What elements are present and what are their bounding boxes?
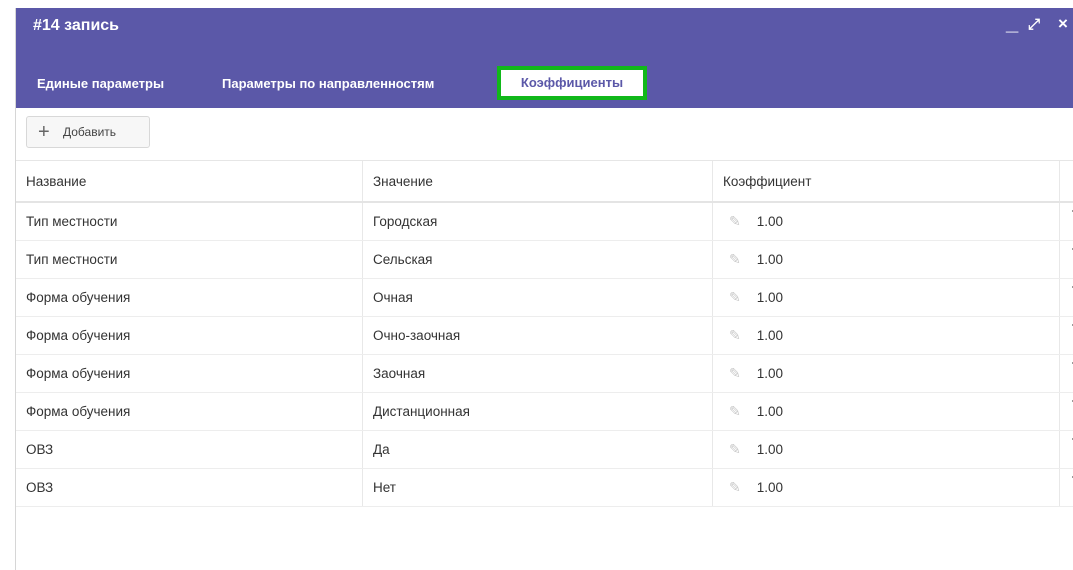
maximize-icon[interactable]: ⤢ bbox=[1028, 16, 1040, 33]
cell-actions bbox=[1059, 316, 1073, 355]
cell-value: Нет bbox=[362, 468, 713, 507]
cell-value: Очная bbox=[362, 278, 713, 317]
cell-coefficient: ✎ 1.00 bbox=[712, 240, 1060, 279]
record-window: #14 запись _ ⤢ × Единые параметры Параме… bbox=[15, 8, 1073, 570]
pencil-icon[interactable]: ✎ bbox=[729, 213, 741, 230]
coefficient-value: 1.00 bbox=[756, 480, 784, 495]
cell-name: Форма обучения bbox=[16, 316, 363, 355]
table-row[interactable]: Форма обучения Дистанционная ✎ 1.00 bbox=[16, 392, 1073, 431]
coefficient-value: 1.00 bbox=[756, 328, 784, 343]
coefficient-value: 1.00 bbox=[756, 366, 784, 381]
cell-name: Тип местности bbox=[16, 202, 363, 241]
table-header-row: Название Значение Коэффициент bbox=[16, 160, 1073, 203]
pencil-icon[interactable]: ✎ bbox=[729, 289, 741, 306]
table-row[interactable]: Форма обучения Очно-заочная ✎ 1.00 bbox=[16, 316, 1073, 355]
cell-actions bbox=[1059, 240, 1073, 279]
cell-coefficient: ✎ 1.00 bbox=[712, 202, 1060, 241]
table-row[interactable]: ОВЗ Нет ✎ 1.00 bbox=[16, 468, 1073, 507]
close-icon[interactable]: × bbox=[1058, 14, 1068, 34]
coefficient-value: 1.00 bbox=[756, 404, 784, 419]
cell-actions bbox=[1059, 278, 1073, 317]
add-button[interactable]: + Добавить bbox=[26, 116, 150, 148]
plus-icon: + bbox=[38, 121, 50, 143]
table-row[interactable]: Форма обучения Очная ✎ 1.00 bbox=[16, 278, 1073, 317]
pencil-icon[interactable]: ✎ bbox=[729, 403, 741, 420]
column-header-value[interactable]: Значение bbox=[362, 160, 713, 203]
tab-bar: Единые параметры Параметры по направленн… bbox=[16, 64, 1073, 108]
cell-value: Сельская bbox=[362, 240, 713, 279]
cell-actions bbox=[1059, 202, 1073, 241]
cell-actions bbox=[1059, 468, 1073, 507]
coefficient-value: 1.00 bbox=[756, 252, 784, 267]
toolbar: + Добавить bbox=[16, 108, 1073, 158]
cell-name: Форма обучения bbox=[16, 392, 363, 431]
cell-value: Очно-заочная bbox=[362, 316, 713, 355]
cell-actions bbox=[1059, 354, 1073, 393]
coefficient-value: 1.00 bbox=[756, 290, 784, 305]
cell-value: Дистанционная bbox=[362, 392, 713, 431]
cell-name: ОВЗ bbox=[16, 468, 363, 507]
pencil-icon[interactable]: ✎ bbox=[729, 251, 741, 268]
cell-name: Тип местности bbox=[16, 240, 363, 279]
cell-name: Форма обучения bbox=[16, 354, 363, 393]
cell-actions bbox=[1059, 392, 1073, 431]
column-header-name[interactable]: Название bbox=[16, 160, 363, 203]
coefficient-value: 1.00 bbox=[756, 214, 784, 229]
cell-actions bbox=[1059, 430, 1073, 469]
window-titlebar: #14 запись _ ⤢ × bbox=[16, 8, 1073, 64]
add-button-label: Добавить bbox=[63, 125, 117, 139]
table-row[interactable]: Тип местности Сельская ✎ 1.00 bbox=[16, 240, 1073, 279]
pencil-icon[interactable]: ✎ bbox=[729, 365, 741, 382]
tab-common-params[interactable]: Единые параметры bbox=[37, 76, 164, 91]
cell-name: ОВЗ bbox=[16, 430, 363, 469]
coefficient-value: 1.00 bbox=[756, 442, 784, 457]
cell-coefficient: ✎ 1.00 bbox=[712, 354, 1060, 393]
cell-coefficient: ✎ 1.00 bbox=[712, 468, 1060, 507]
pencil-icon[interactable]: ✎ bbox=[729, 327, 741, 344]
cell-value: Заочная bbox=[362, 354, 713, 393]
table-row[interactable]: Форма обучения Заочная ✎ 1.00 bbox=[16, 354, 1073, 393]
cell-value: Городская bbox=[362, 202, 713, 241]
tab-direction-params[interactable]: Параметры по направленностям bbox=[222, 76, 434, 91]
minimize-icon[interactable]: _ bbox=[1006, 10, 1018, 36]
table-row[interactable]: Тип местности Городская ✎ 1.00 bbox=[16, 202, 1073, 241]
table-row[interactable]: ОВЗ Да ✎ 1.00 bbox=[16, 430, 1073, 469]
cell-coefficient: ✎ 1.00 bbox=[712, 278, 1060, 317]
tab-coefficients[interactable]: Коэффициенты bbox=[497, 66, 647, 100]
column-header-coefficient[interactable]: Коэффициент bbox=[712, 160, 1060, 203]
cell-value: Да bbox=[362, 430, 713, 469]
cell-coefficient: ✎ 1.00 bbox=[712, 430, 1060, 469]
window-title: #14 запись bbox=[33, 17, 120, 34]
pencil-icon[interactable]: ✎ bbox=[729, 441, 741, 458]
cell-coefficient: ✎ 1.00 bbox=[712, 316, 1060, 355]
pencil-icon[interactable]: ✎ bbox=[729, 479, 741, 496]
cell-coefficient: ✎ 1.00 bbox=[712, 392, 1060, 431]
coefficients-table: Название Значение Коэффициент Тип местно… bbox=[16, 160, 1073, 507]
cell-name: Форма обучения bbox=[16, 278, 363, 317]
column-header-actions bbox=[1059, 160, 1073, 203]
